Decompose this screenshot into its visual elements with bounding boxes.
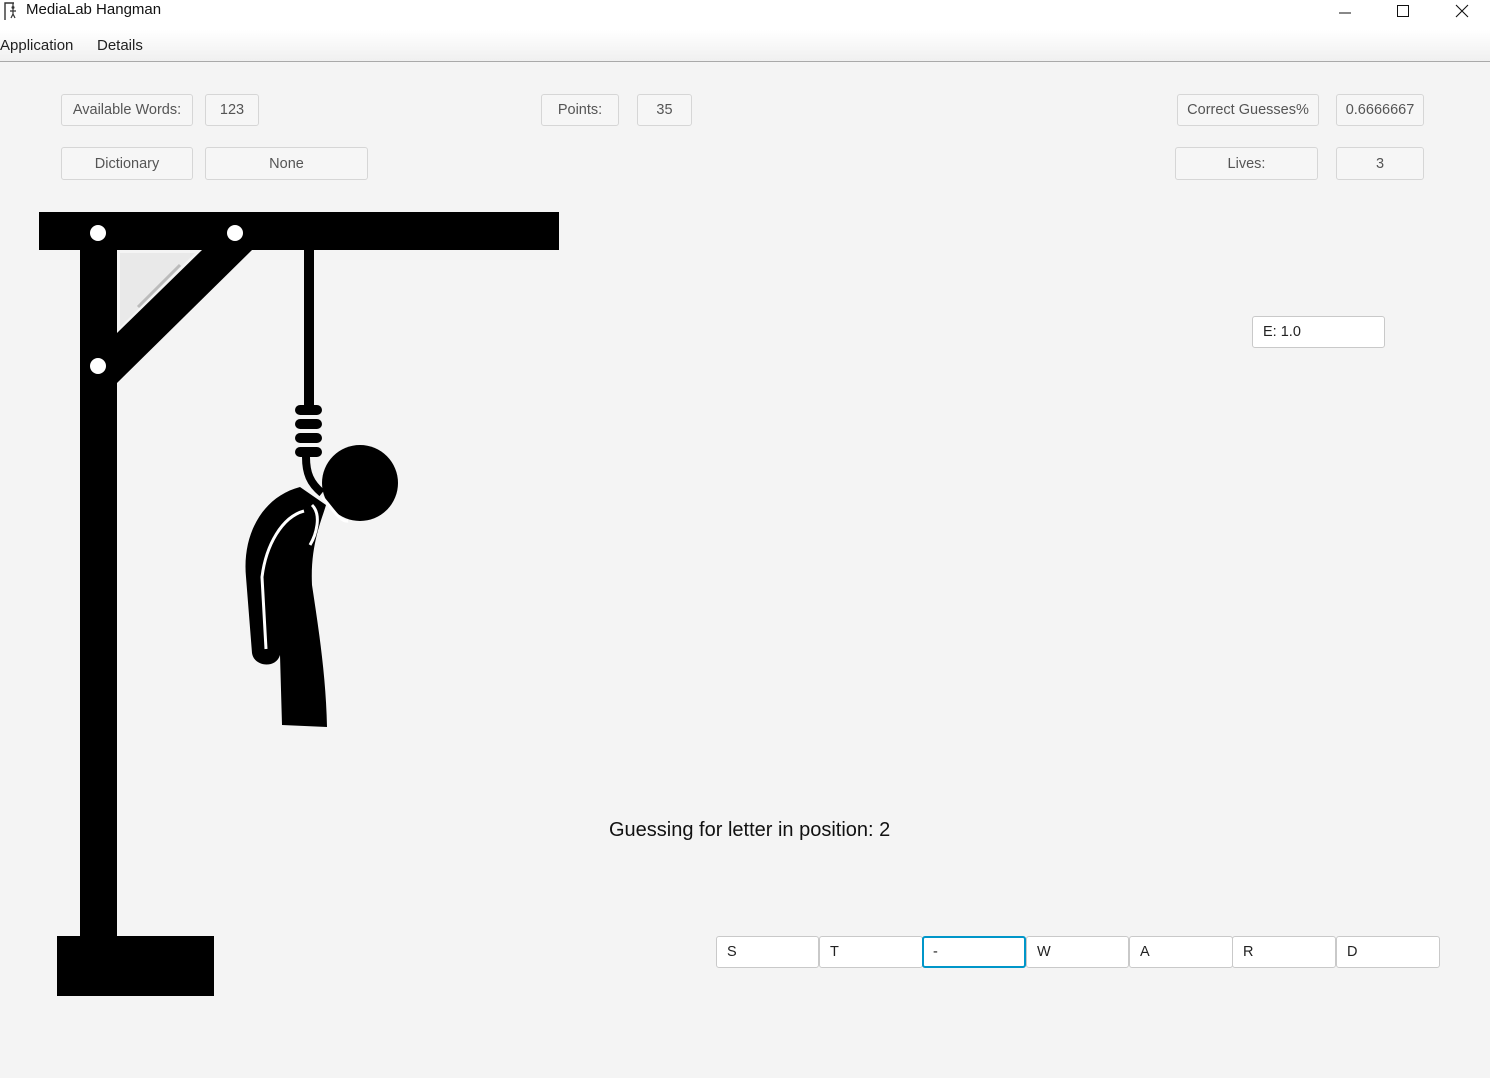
menu-details[interactable]: Details bbox=[97, 37, 143, 54]
lives-value: 3 bbox=[1336, 147, 1424, 180]
menu-bar: Application Details bbox=[0, 30, 1490, 62]
letter-field-7[interactable]: D bbox=[1336, 936, 1440, 968]
points-label: Points: bbox=[541, 94, 619, 126]
letter-field-1[interactable]: S bbox=[716, 936, 819, 968]
close-icon bbox=[1455, 4, 1469, 18]
title-bar: MediaLab Hangman bbox=[0, 0, 1490, 30]
maximize-icon bbox=[1397, 5, 1409, 17]
letter-field-2[interactable]: T bbox=[819, 936, 923, 968]
minimize-icon bbox=[1339, 12, 1351, 14]
dictionary-label: Dictionary bbox=[61, 147, 193, 180]
menu-application[interactable]: Application bbox=[0, 37, 73, 54]
correct-guesses-value: 0.6666667 bbox=[1336, 94, 1424, 126]
app-hangman-icon bbox=[4, 2, 16, 20]
hangman-gallows-icon bbox=[39, 212, 559, 996]
minimize-button[interactable] bbox=[1322, 0, 1368, 22]
letter-field-6[interactable]: R bbox=[1232, 936, 1336, 968]
guess-position-status: Guessing for letter in position: 2 bbox=[609, 819, 891, 841]
window-title: MediaLab Hangman bbox=[26, 1, 162, 18]
correct-guesses-label: Correct Guesses% bbox=[1177, 94, 1319, 126]
close-button[interactable] bbox=[1439, 0, 1485, 22]
letter-field-4[interactable]: W bbox=[1026, 936, 1129, 968]
available-words-value: 123 bbox=[205, 94, 259, 126]
maximize-button[interactable] bbox=[1380, 0, 1426, 22]
letter-field-3[interactable]: - bbox=[922, 936, 1026, 968]
letter-probability-field[interactable]: E: 1.0 bbox=[1252, 316, 1385, 348]
available-words-label: Available Words: bbox=[61, 94, 193, 126]
letter-field-5[interactable]: A bbox=[1129, 936, 1233, 968]
dictionary-value: None bbox=[205, 147, 368, 180]
lives-label: Lives: bbox=[1175, 147, 1318, 180]
points-value: 35 bbox=[637, 94, 692, 126]
